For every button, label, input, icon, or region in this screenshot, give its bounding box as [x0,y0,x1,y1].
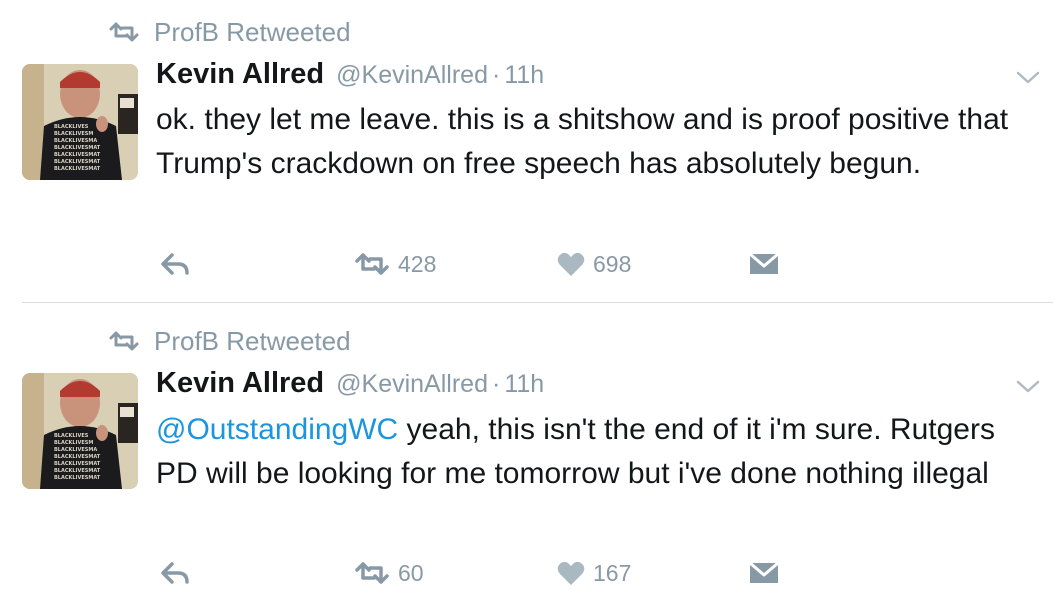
like-button[interactable]: 698 [557,246,631,282]
avatar-image: BLACKLIVES BLACKLIVESM BLACKLIVESMA BLAC… [22,64,138,180]
reply-icon [161,253,189,275]
reply-icon [161,562,189,584]
svg-text:BLACKLIVESMAT: BLACKLIVESMAT [54,159,101,165]
retweeted-by-label: ProfB Retweeted [154,16,351,47]
tweet-timestamp[interactable]: 11h [504,61,544,90]
svg-text:BLACKLIVES: BLACKLIVES [54,124,89,130]
chevron-down-icon[interactable] [1015,379,1041,395]
retweet-context[interactable]: ProfB Retweeted [108,14,351,50]
tweet-text: @OutstandingWC yeah, this isn't the end … [156,408,1036,496]
retweet-context[interactable]: ProfB Retweeted [108,323,351,359]
svg-text:BLACKLIVESMAT: BLACKLIVESMAT [54,145,101,151]
svg-text:BLACKLIVESM: BLACKLIVESM [54,131,93,137]
retweet-icon [355,253,389,275]
svg-text:BLACKLIVES: BLACKLIVES [54,433,89,439]
tweet-header: Kevin Allred @KevinAllred · 11h [156,367,544,407]
like-count: 167 [593,559,632,586]
author-handle[interactable]: @KevinAllred [336,61,488,90]
tweet[interactable]: ProfB Retweeted BLACKLIVES BLACKLIVESM B… [0,0,1053,303]
svg-text:BLACKLIVESMAT: BLACKLIVESMAT [54,461,101,467]
mention-link[interactable]: @OutstandingWC [156,413,398,446]
svg-text:BLACKLIVESMAT: BLACKLIVESMAT [54,166,101,172]
envelope-icon [749,561,779,583]
tweet[interactable]: ProfB Retweeted BLACKLIVES BLACKLIVESM B… [0,303,1053,592]
heart-icon [557,561,585,585]
avatar[interactable]: BLACKLIVES BLACKLIVESM BLACKLIVESMA BLAC… [22,373,138,489]
retweeted-by-label: ProfB Retweeted [154,325,351,356]
tweet-timestamp[interactable]: 11h [504,370,544,399]
retweet-count: 428 [398,250,437,277]
svg-text:BLACKLIVESMAT: BLACKLIVESMAT [54,475,101,481]
reply-button[interactable] [160,246,190,282]
like-button[interactable]: 167 [557,555,631,591]
avatar-image: BLACKLIVES BLACKLIVESM BLACKLIVESMA BLAC… [22,373,138,489]
retweet-icon [109,22,139,42]
author-handle[interactable]: @KevinAllred [336,370,488,399]
svg-text:BLACKLIVESM: BLACKLIVESM [54,440,93,446]
envelope-icon [749,252,779,274]
heart-icon [557,252,585,276]
tweet-body: ok. they let me leave. this is a shitsho… [156,103,1009,180]
svg-text:BLACKLIVESMAT: BLACKLIVESMAT [54,152,101,158]
svg-text:BLACKLIVESMA: BLACKLIVESMA [54,447,97,453]
retweet-icon [109,331,139,351]
retweet-button[interactable]: 60 [354,555,424,591]
direct-message-button[interactable] [748,555,780,591]
avatar[interactable]: BLACKLIVES BLACKLIVESM BLACKLIVESMA BLAC… [22,64,138,180]
direct-message-button[interactable] [748,246,780,282]
tweet-header: Kevin Allred @KevinAllred · 11h [156,58,544,98]
author-name[interactable]: Kevin Allred [156,58,324,91]
svg-text:BLACKLIVESMA: BLACKLIVESMA [54,138,97,144]
retweet-icon [355,562,389,584]
tweet-text: ok. they let me leave. this is a shitsho… [156,98,1036,186]
separator-dot: · [491,370,501,398]
like-count: 698 [593,250,632,277]
tweet-actions: 60 167 [0,555,1053,591]
retweet-button[interactable]: 428 [354,246,436,282]
retweet-count: 60 [398,559,424,586]
reply-button[interactable] [160,555,190,591]
svg-text:BLACKLIVESMAT: BLACKLIVESMAT [54,454,101,460]
svg-text:BLACKLIVESMAT: BLACKLIVESMAT [54,468,101,474]
author-name[interactable]: Kevin Allred [156,367,324,400]
chevron-down-icon[interactable] [1015,70,1041,86]
tweet-actions: 428 698 [0,246,1053,282]
separator-dot: · [491,61,501,89]
